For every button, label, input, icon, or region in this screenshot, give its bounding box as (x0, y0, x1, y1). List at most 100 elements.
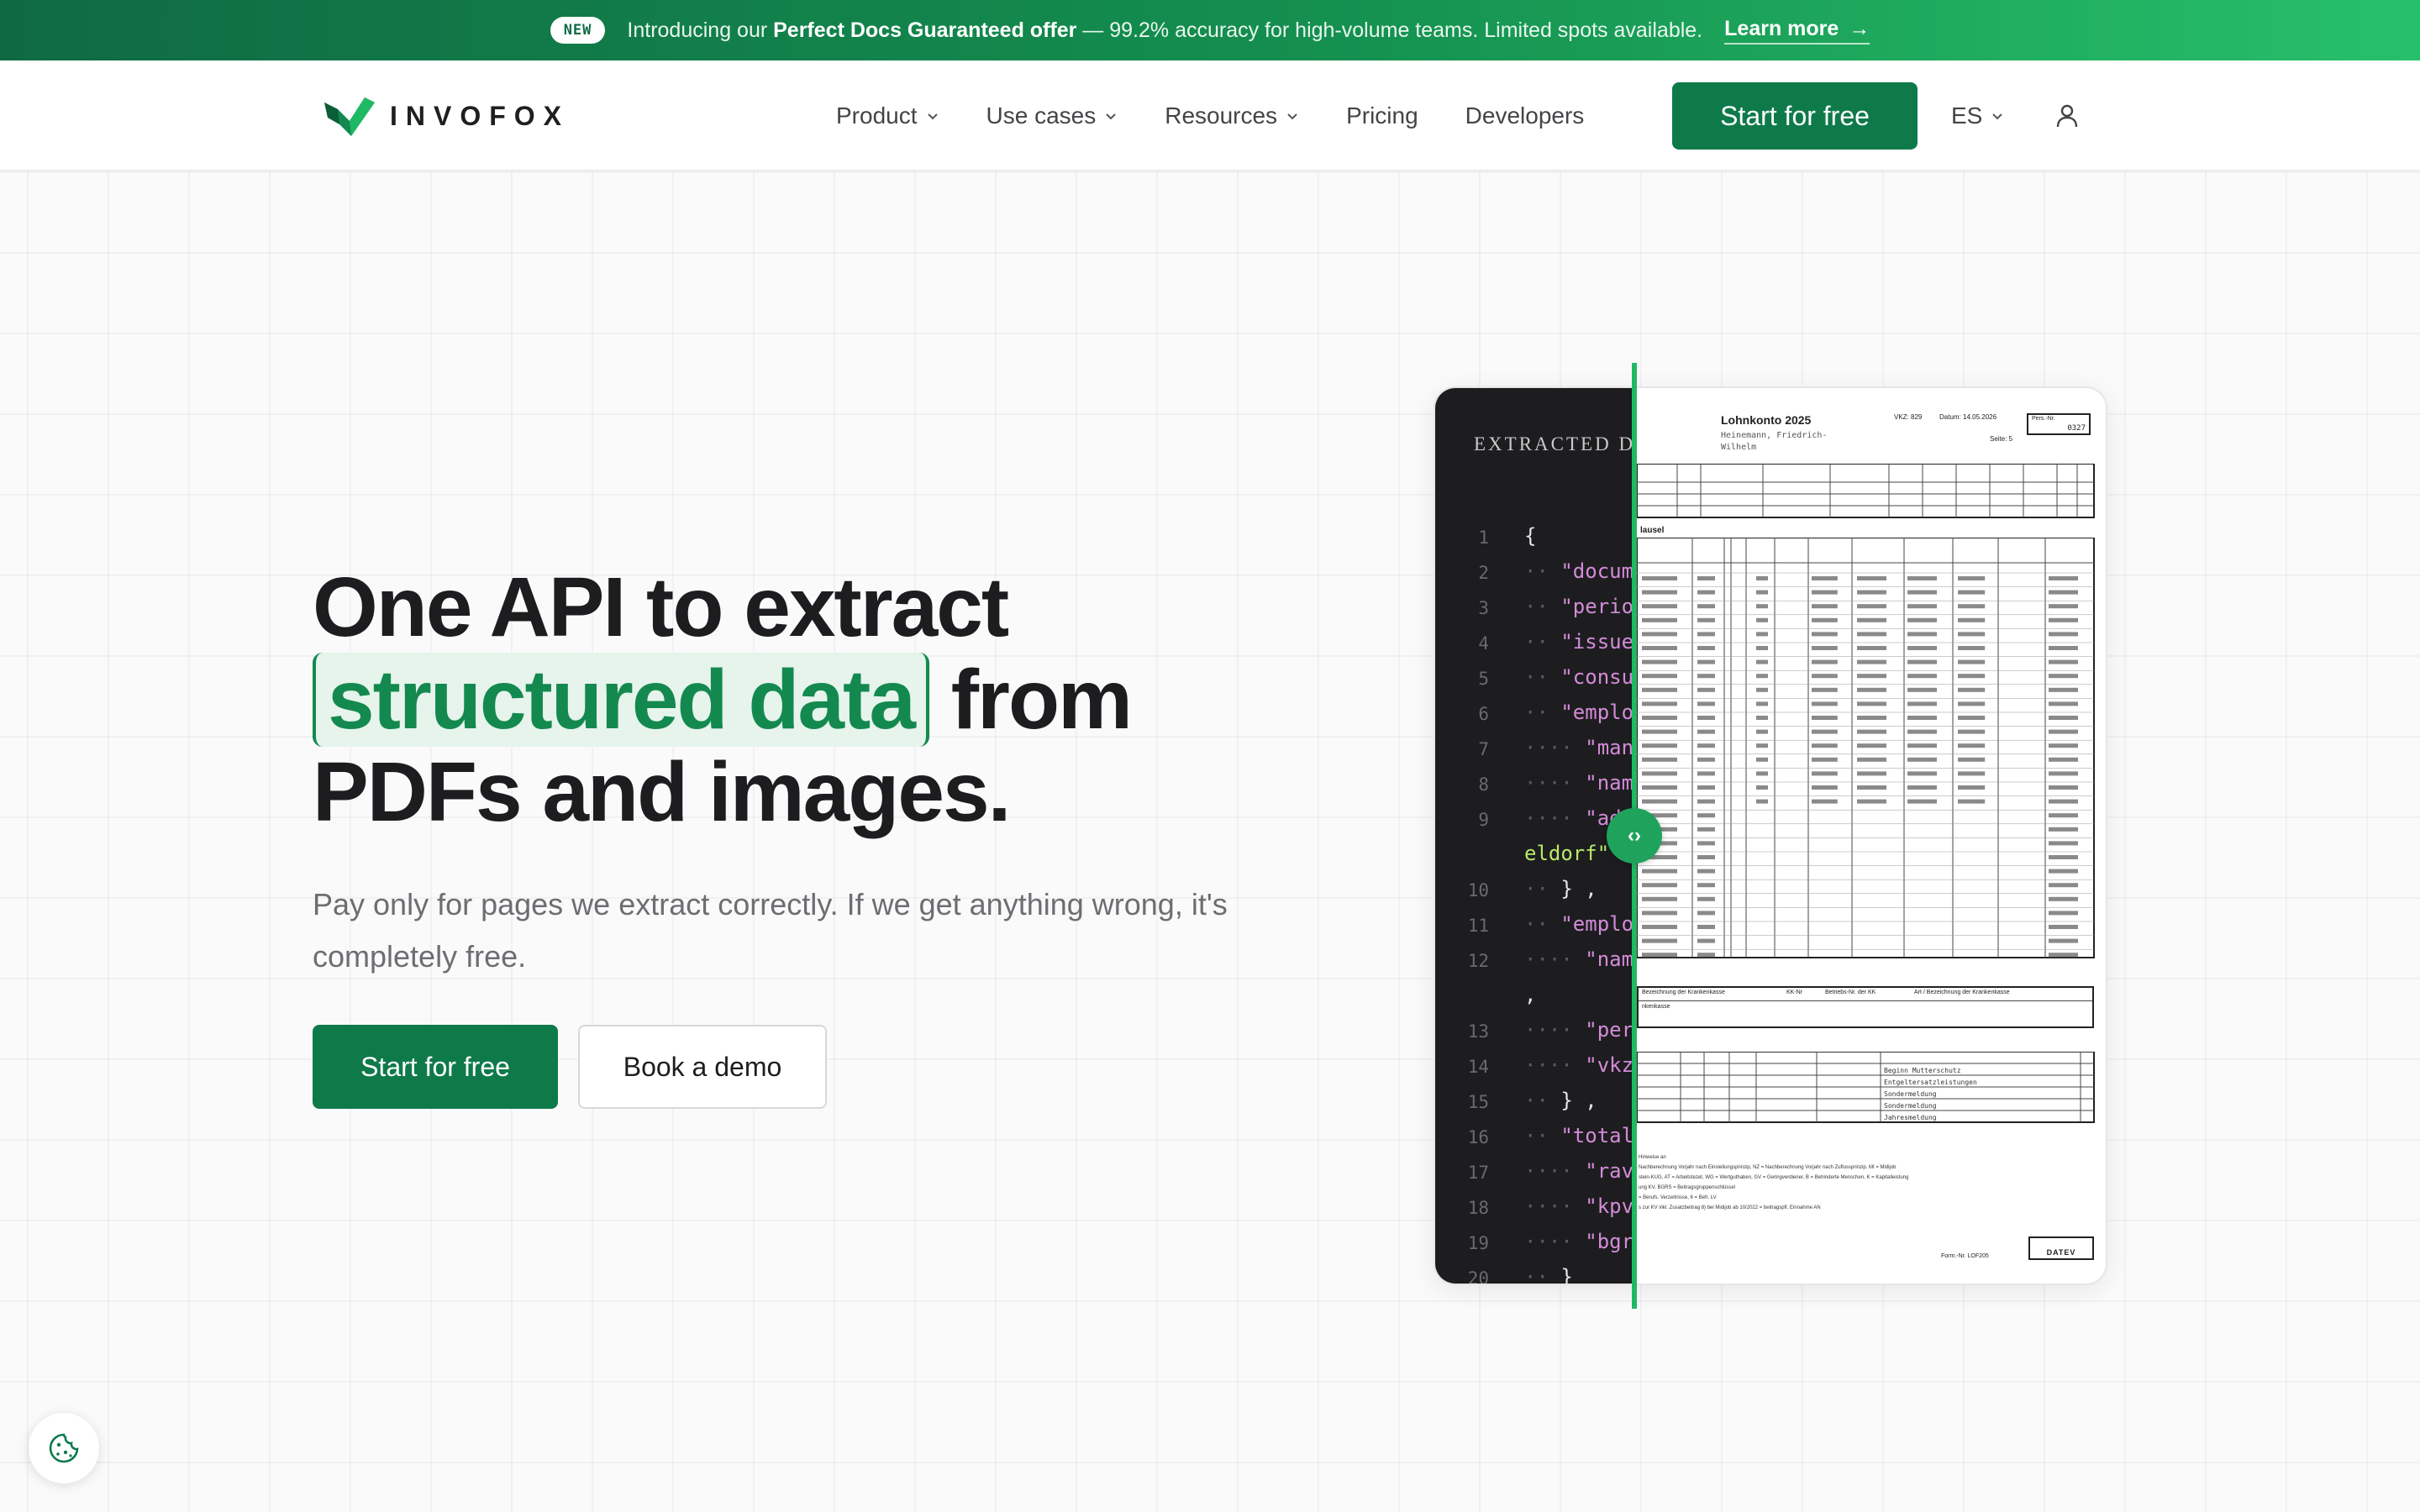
splitter-handle-icon[interactable]: ‹› (1607, 808, 1662, 864)
line-number: 9 (1478, 810, 1489, 830)
code-text: ···· "rav (1524, 1159, 1634, 1183)
hero-title-line3: PDFs and images. (313, 745, 1011, 839)
line-number: 2 (1478, 563, 1489, 583)
doc-meldung-table: Beginn Mutterschutz Entgeltersatzleistung… (1637, 1052, 2095, 1123)
learn-more-link[interactable]: Learn more → (1724, 17, 1870, 45)
code-token: { (1524, 524, 1537, 548)
doc-art: Art / Bezeichnung der Krankenkasse (1914, 990, 2010, 995)
line-number: 18 (1467, 1198, 1489, 1218)
code-token: "bgr (1585, 1230, 1634, 1253)
code-text: ·· } (1524, 1265, 1573, 1285)
doc-footnote: = Berufs. Verzeitnisse, 6 = Befr. LV (1639, 1195, 1717, 1200)
new-badge: NEW (550, 17, 606, 44)
indent-guide: ···· (1524, 1018, 1586, 1042)
fox-logo-icon (324, 97, 375, 136)
code-token: "nam (1585, 948, 1634, 971)
line-number: 12 (1467, 951, 1489, 971)
code-token: "issue (1560, 630, 1634, 654)
doc-footnote: Nachberechnung Vorjahr nach Einstellungs… (1639, 1165, 1897, 1170)
nav-item-use-cases[interactable]: Use cases (986, 102, 1118, 129)
arrow-right-icon: → (1849, 16, 1870, 40)
code-text: ·· "issue (1524, 630, 1634, 654)
doc-kk-nr: KK-Nr (1786, 990, 1803, 995)
doc-meldung-entry: Sondermeldung (1884, 1102, 1937, 1110)
indent-guide: ·· (1524, 877, 1561, 900)
announcement-prefix: Introducing our (627, 18, 774, 42)
code-view-title: EXTRACTED DATA (1474, 433, 1637, 454)
nav-item-developers[interactable]: Developers (1465, 102, 1585, 129)
code-text: ·· "period (1524, 595, 1637, 618)
line-number: 10 (1467, 880, 1489, 900)
doc-title: Lohnkonto 2025 (1721, 413, 1812, 427)
code-text: { (1524, 524, 1536, 548)
code-text: ·· "total (1524, 1124, 1634, 1147)
brand-logo[interactable]: INVOFOX (323, 94, 570, 138)
line-number: 8 (1478, 774, 1489, 795)
announcement-offer: Perfect Docs Guaranteed offer (773, 18, 1077, 42)
nav-item-pricing[interactable]: Pricing (1346, 102, 1418, 129)
user-icon[interactable] (2054, 102, 2081, 129)
indent-guide: ···· (1524, 948, 1586, 971)
code-text: ·· "consu (1524, 665, 1634, 689)
indent-guide: ···· (1524, 1159, 1586, 1183)
line-number: 7 (1478, 739, 1489, 759)
line-number: 19 (1467, 1233, 1489, 1253)
code-token: "nam (1585, 771, 1634, 795)
doc-pers-nr-label: Pers.-Nr. (2032, 416, 2055, 422)
start-for-free-nav-button[interactable]: Start for free (1672, 82, 1918, 150)
code-token: , (1524, 983, 1537, 1006)
language-selector[interactable]: ES (1951, 60, 2004, 171)
line-number: 13 (1467, 1021, 1489, 1042)
doc-vkz: VKZ: 829 (1894, 413, 1923, 421)
nav-item-label: Developers (1465, 102, 1585, 129)
book-a-demo-button[interactable]: Book a demo (578, 1025, 827, 1109)
doc-date: Datum: 14.05.2026 (1939, 413, 1997, 421)
doc-pers-nr-box: Pers.-Nr. 0327 (2027, 413, 2091, 435)
line-number: 3 (1478, 598, 1489, 618)
indent-guide: ···· (1524, 1053, 1586, 1077)
indent-guide: ·· (1524, 559, 1561, 583)
doc-kasse: nkenkasse (1642, 1004, 1670, 1010)
hero-title-after-highlight: from (929, 653, 1133, 747)
doc-meldung-entry: Entgeltersatzleistungen (1884, 1079, 1977, 1086)
nav-item-resources[interactable]: Resources (1165, 102, 1299, 129)
doc-top-table (1637, 464, 2095, 518)
hero-title-line1: One API to extract (313, 560, 1009, 654)
code-text: ·· "emplo (1524, 912, 1634, 936)
indent-guide: ···· (1524, 806, 1586, 830)
code-text: ···· "man (1524, 736, 1634, 759)
code-text: , (1524, 983, 1536, 1006)
code-token: "period (1560, 595, 1637, 618)
hero-subtitle: Pay only for pages we extract correctly.… (313, 887, 1228, 974)
indent-guide: ·· (1524, 701, 1561, 724)
code-token: "vkz (1585, 1053, 1634, 1077)
hero-title-highlight: structured data (313, 653, 929, 747)
indent-guide: ·· (1524, 1124, 1561, 1147)
nav-item-product[interactable]: Product (836, 102, 939, 129)
cookie-settings-button[interactable] (29, 1413, 99, 1483)
code-token: "man (1585, 736, 1634, 759)
doc-page: Seite: 5 (1990, 435, 2013, 443)
line-number: 11 (1467, 916, 1489, 936)
indent-guide: ·· (1524, 912, 1561, 936)
start-for-free-button[interactable]: Start for free (313, 1025, 558, 1109)
line-number: 1 (1478, 528, 1489, 548)
cookie-icon (49, 1433, 79, 1463)
language-label: ES (1951, 102, 1983, 129)
nav-item-label: Use cases (986, 102, 1097, 129)
announcement-bar: NEW Introducing our Perfect Docs Guarant… (0, 0, 2420, 60)
code-token: "emplo (1560, 912, 1634, 936)
doc-meldung-entry: Beginn Mutterschutz (1884, 1067, 1961, 1074)
line-number: 17 (1467, 1163, 1489, 1183)
doc-pers-nr-value: 0327 (2067, 424, 2086, 433)
doc-kk-label: Bezeichnung der Krankenkasse (1642, 990, 1725, 995)
code-token: } (1560, 1265, 1573, 1285)
code-text: eldorf" (1524, 842, 1609, 865)
doc-form-nr: Form.-Nr. LOF205 (1941, 1253, 1989, 1259)
indent-guide: ·· (1524, 1265, 1561, 1285)
line-number: 5 (1478, 669, 1489, 689)
indent-guide: ·· (1524, 665, 1561, 689)
code-text: ·· "emplo (1524, 701, 1634, 724)
doc-datev-label: DATEV (2046, 1248, 2076, 1257)
doc-footnote: s zur KV inkl. Zusatzbeitrag 8) bei Midi… (1639, 1205, 1821, 1210)
